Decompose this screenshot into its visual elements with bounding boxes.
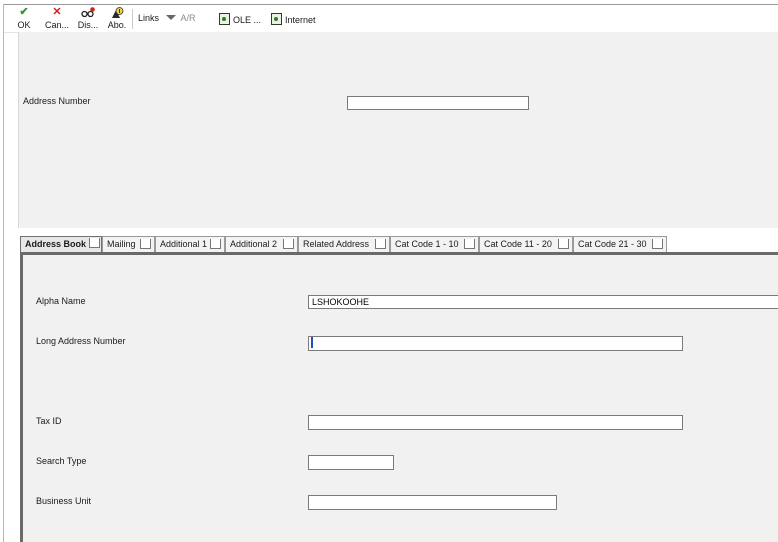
tab-address-book[interactable]: Address Book — [20, 236, 102, 252]
tab-cat-code-1-10[interactable]: Cat Code 1 - 10 — [390, 236, 479, 252]
about-label: Abo. — [107, 20, 127, 30]
alpha-name-field[interactable] — [308, 295, 778, 309]
text-cursor — [311, 337, 313, 348]
internet-label: Internet — [285, 15, 316, 25]
tax-id-label: Tax ID — [36, 416, 62, 426]
tab-checkbox-icon — [464, 239, 475, 249]
check-icon: ✔ — [19, 6, 29, 18]
ok-label: OK — [17, 20, 31, 30]
tab-checkbox-icon — [89, 238, 100, 248]
binoculars-glyph — [81, 7, 95, 18]
tax-id-field[interactable] — [308, 415, 683, 430]
search-type-label: Search Type — [36, 456, 87, 466]
tab-label: Cat Code 1 - 10 — [395, 239, 459, 249]
chevron-down-icon — [165, 15, 176, 20]
tab-label: Related Address — [303, 239, 370, 249]
tab-label: Additional 2 — [230, 239, 278, 249]
tab-checkbox-icon — [558, 239, 569, 249]
business-unit-label: Business Unit — [36, 496, 92, 506]
business-unit-field[interactable] — [308, 495, 557, 510]
about-button[interactable]: Abo. — [105, 5, 129, 32]
document-icon — [271, 13, 282, 25]
alpha-name-label: Alpha Name — [36, 296, 86, 306]
tab-checkbox-icon — [375, 239, 386, 249]
display-label: Dis... — [77, 20, 99, 30]
about-icon — [105, 7, 129, 18]
tab-label: Cat Code 11 - 20 — [484, 239, 552, 249]
long-address-number-label: Long Address Number — [36, 336, 126, 346]
tab-mailing[interactable]: Mailing — [102, 236, 155, 252]
binoculars-icon — [74, 7, 102, 18]
tab-additional-1[interactable]: Additional 1 — [155, 236, 225, 252]
header-panel — [18, 32, 778, 228]
links-menu[interactable]: Links A/R — [138, 13, 196, 24]
ar-label: A/R — [180, 13, 196, 23]
tab-checkbox-icon — [210, 239, 221, 249]
tab-cat-code-11-20[interactable]: Cat Code 11 - 20 — [479, 236, 573, 252]
ole-label: OLE ... — [233, 15, 262, 25]
toolbar-separator — [132, 9, 133, 29]
tab-label: Additional 1 — [160, 239, 208, 249]
address-number-label: Address Number — [23, 96, 91, 106]
long-address-number-field[interactable] — [308, 336, 683, 351]
tab-label: Address Book — [25, 239, 87, 249]
display-button[interactable]: Dis... — [74, 5, 102, 32]
tab-checkbox-icon — [652, 239, 663, 249]
cancel-label: Can... — [44, 20, 69, 30]
tab-strip: Address Book Mailing Additional 1 Additi… — [20, 236, 778, 253]
close-icon: ✕ — [52, 6, 62, 18]
ok-button[interactable]: ✔ OK — [14, 5, 34, 32]
toolbar: ✔ OK ✕ Can... Dis... Abo. Links A/R OLE … — [4, 5, 778, 33]
window-left-frame — [0, 4, 4, 542]
tab-related-address[interactable]: Related Address — [298, 236, 390, 252]
address-number-field[interactable] — [347, 96, 529, 110]
internet-button[interactable]: Internet — [271, 13, 316, 26]
tab-label: Cat Code 21 - 30 — [578, 239, 647, 249]
tab-checkbox-icon — [140, 239, 151, 249]
tab-cat-code-21-30[interactable]: Cat Code 21 - 30 — [573, 236, 667, 252]
tab-checkbox-icon — [283, 239, 294, 249]
links-label: Links — [138, 13, 160, 23]
ole-button[interactable]: OLE ... — [219, 13, 261, 26]
search-type-field[interactable] — [308, 455, 394, 470]
cancel-button[interactable]: ✕ Can... — [41, 5, 73, 32]
about-glyph — [111, 7, 123, 18]
tab-label: Mailing — [107, 239, 136, 249]
document-icon — [219, 13, 230, 25]
tab-additional-2[interactable]: Additional 2 — [225, 236, 298, 252]
